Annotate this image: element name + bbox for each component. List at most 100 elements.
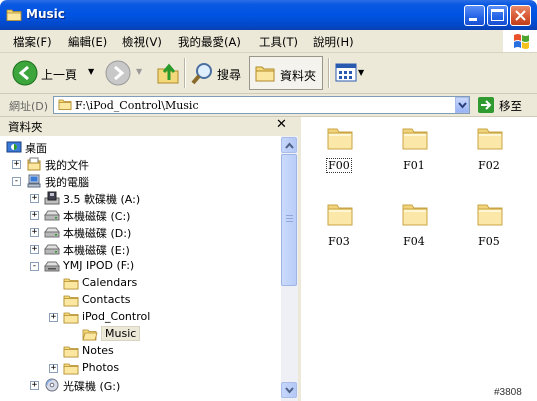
expand-icon[interactable]: + bbox=[30, 211, 39, 220]
tree-item[interactable]: Calendars bbox=[0, 275, 280, 292]
folder-icon bbox=[477, 128, 503, 150]
folder-icon bbox=[58, 99, 72, 110]
menu-file[interactable]: 檔案(F) bbox=[13, 34, 52, 50]
menu-tools[interactable]: 工具(T) bbox=[259, 34, 298, 50]
folders-label: 資料夾 bbox=[280, 69, 317, 83]
folders-pane-title: 資料夾 bbox=[8, 120, 43, 134]
tree-item-label: 我的文件 bbox=[45, 159, 89, 172]
toolbar-separator bbox=[328, 58, 330, 88]
tree-item-selected[interactable]: Music bbox=[0, 326, 280, 343]
window-title: Music bbox=[26, 7, 65, 21]
content-pane: F00 F01 F02 F03 F04 F05 bbox=[301, 117, 537, 401]
cd-drive-icon bbox=[45, 378, 59, 392]
windows-flag-icon bbox=[514, 34, 529, 49]
folder-icon bbox=[402, 128, 428, 150]
watermark: #3808 bbox=[494, 387, 522, 398]
minimize-button[interactable] bbox=[464, 5, 485, 26]
tree-item-label: 桌面 bbox=[25, 142, 47, 155]
title-bar[interactable] bbox=[0, 0, 537, 30]
folders-pane-header: 資料夾 ✕ bbox=[0, 117, 298, 137]
back-label: 上一頁 bbox=[41, 68, 78, 82]
menu-help[interactable]: 說明(H) bbox=[313, 34, 354, 50]
tree-item[interactable]: + 我的文件 bbox=[0, 156, 280, 173]
my-computer-icon bbox=[27, 174, 41, 188]
tree-item[interactable]: 桌面 bbox=[0, 139, 280, 156]
folder-icon bbox=[402, 204, 428, 226]
folder-icon bbox=[63, 278, 79, 290]
chevron-down-icon bbox=[458, 102, 467, 109]
tree-item[interactable]: + iPod_Control bbox=[0, 309, 280, 326]
back-button[interactable]: 上一頁 ▼ bbox=[10, 58, 96, 88]
tree-item[interactable]: - YMJ IPOD (F:) bbox=[0, 258, 280, 275]
expand-icon[interactable]: + bbox=[30, 194, 39, 203]
expand-icon[interactable]: + bbox=[49, 313, 58, 322]
vertical-scrollbar[interactable] bbox=[281, 136, 298, 401]
forward-dropdown-icon[interactable]: ▼ bbox=[136, 67, 142, 76]
forward-button[interactable]: ▼ bbox=[103, 58, 145, 88]
scroll-down-button[interactable] bbox=[281, 382, 297, 398]
menu-edit[interactable]: 編輯(E) bbox=[68, 34, 107, 50]
folder-icon bbox=[63, 312, 79, 324]
tree-item[interactable]: +3.5 軟碟機 (A:) bbox=[0, 190, 280, 207]
folders-icon bbox=[255, 66, 275, 82]
back-dropdown-icon[interactable]: ▼ bbox=[88, 67, 94, 76]
folder-name: F00 bbox=[326, 158, 352, 173]
search-button[interactable]: 搜尋 bbox=[189, 58, 244, 88]
toolbar-separator bbox=[184, 58, 186, 88]
tree-item[interactable]: + Photos bbox=[0, 360, 280, 377]
close-button[interactable] bbox=[510, 5, 531, 26]
go-button[interactable]: 移至 bbox=[476, 96, 532, 114]
expand-icon[interactable]: + bbox=[30, 245, 39, 254]
my-documents-icon bbox=[27, 157, 41, 171]
go-arrow-icon bbox=[478, 97, 494, 113]
expand-icon[interactable]: + bbox=[30, 228, 39, 237]
collapse-icon[interactable]: - bbox=[30, 262, 39, 271]
windows-logo bbox=[503, 30, 537, 52]
views-icon bbox=[335, 63, 357, 82]
chevron-up-icon bbox=[285, 142, 294, 149]
tree-item[interactable]: Contacts bbox=[0, 292, 280, 309]
forward-arrow-icon bbox=[105, 60, 131, 86]
folder-tree: 桌面 + 我的文件 - 我的電腦 +3.5 軟碟機 (A:) + 本機磁碟 (C:) + 本機磁碟… bbox=[0, 136, 282, 401]
up-folder-button[interactable] bbox=[153, 58, 181, 88]
collapse-icon[interactable]: - bbox=[12, 177, 21, 186]
scroll-thumb[interactable] bbox=[281, 154, 297, 286]
address-dropdown-button[interactable] bbox=[455, 97, 469, 113]
expand-icon[interactable]: + bbox=[12, 160, 21, 169]
views-dropdown-icon: ▼ bbox=[358, 68, 365, 77]
up-folder-icon bbox=[157, 63, 179, 84]
scroll-up-button[interactable] bbox=[281, 137, 297, 153]
tree-item-label: Notes bbox=[82, 344, 114, 357]
tree-item-label: YMJ IPOD (F:) bbox=[63, 259, 135, 272]
tree-item[interactable]: + 本機磁碟 (D:) bbox=[0, 224, 280, 241]
tree-item[interactable]: + 本機磁碟 (C:) bbox=[0, 207, 280, 224]
folder-name: F03 bbox=[328, 235, 350, 248]
address-label: 網址(D) bbox=[9, 100, 49, 113]
desktop-icon bbox=[6, 141, 22, 153]
tree-item-label: 本機磁碟 (C:) bbox=[63, 210, 131, 223]
tree-item[interactable]: + 本機磁碟 (E:) bbox=[0, 241, 280, 258]
views-button[interactable]: ▼ bbox=[333, 58, 369, 88]
tree-item-label: 3.5 軟碟機 (A:) bbox=[63, 193, 141, 206]
search-icon bbox=[191, 63, 212, 85]
tree-item[interactable]: - 我的電腦 bbox=[0, 173, 280, 190]
folder-icon bbox=[63, 346, 79, 358]
expand-icon[interactable]: + bbox=[49, 364, 58, 373]
folder-icon bbox=[477, 204, 503, 226]
close-pane-icon[interactable]: ✕ bbox=[276, 117, 287, 132]
tree-item-label: iPod_Control bbox=[82, 310, 151, 323]
folder-name: F04 bbox=[403, 235, 425, 248]
folder-icon bbox=[63, 295, 79, 307]
folder-icon bbox=[327, 128, 353, 150]
tree-item[interactable]: Notes bbox=[0, 343, 280, 360]
go-label: 移至 bbox=[499, 99, 522, 113]
expand-icon[interactable]: + bbox=[30, 381, 39, 390]
maximize-button[interactable] bbox=[487, 5, 508, 26]
hard-drive-icon bbox=[44, 210, 60, 221]
tree-item-label: Music bbox=[101, 326, 141, 341]
menu-favorites[interactable]: 我的最愛(A) bbox=[178, 34, 241, 50]
tree-item[interactable]: + 光碟機 (G:) bbox=[0, 377, 280, 394]
address-value[interactable]: F:\iPod_Control\Music bbox=[75, 99, 199, 112]
menu-view[interactable]: 檢視(V) bbox=[122, 34, 162, 50]
folders-toggle-button[interactable]: 資料夾 bbox=[249, 56, 323, 90]
